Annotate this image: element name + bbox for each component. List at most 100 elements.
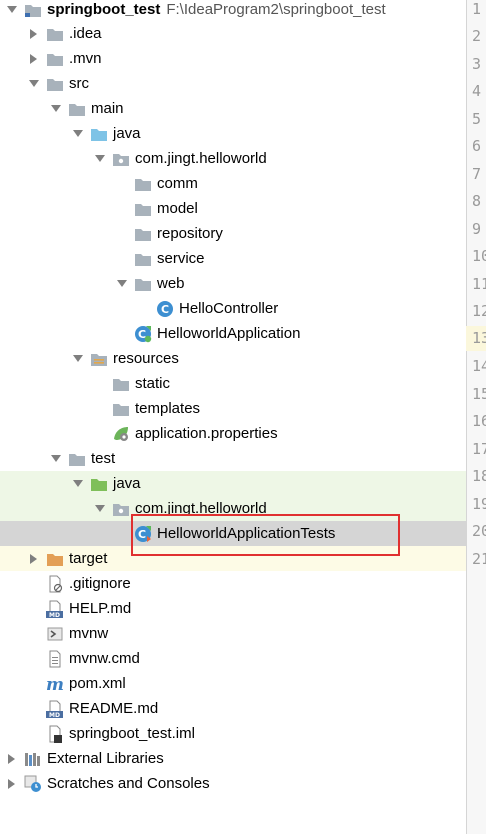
tree-item-label: mvnw.cmd xyxy=(69,649,140,667)
tree-item-idea[interactable]: .idea xyxy=(0,21,466,46)
chevron-right-icon[interactable] xyxy=(6,753,18,765)
chevron-right-icon[interactable] xyxy=(28,53,40,65)
tree-item-label: comm xyxy=(157,174,198,192)
line-number: 21 xyxy=(472,550,486,568)
tree-item-label: pom.xml xyxy=(69,674,126,692)
project-name: springboot_test xyxy=(47,0,161,18)
line-number: 19 xyxy=(472,495,486,513)
tree-item-scratches[interactable]: Scratches and Consoles xyxy=(0,771,466,796)
chevron-down-icon[interactable] xyxy=(50,103,62,115)
tree-item-application[interactable]: C HelloworldApplication xyxy=(0,321,466,346)
chevron-down-icon[interactable] xyxy=(94,153,106,165)
excluded-folder-icon xyxy=(46,550,64,568)
tree-item-project-root[interactable]: springboot_test F:\IdeaProgram2\springbo… xyxy=(0,0,466,22)
shell-script-icon xyxy=(46,625,64,643)
tree-item-service[interactable]: service xyxy=(0,246,466,271)
chevron-down-icon[interactable] xyxy=(72,128,84,140)
tree-item-gitignore[interactable]: .gitignore xyxy=(0,571,466,596)
tree-item-package[interactable]: com.jingt.helloworld xyxy=(0,146,466,171)
spring-boot-class-icon: C xyxy=(134,325,152,343)
tree-item-label: External Libraries xyxy=(47,749,164,767)
tree-item-label: .gitignore xyxy=(69,574,131,592)
tree-item-main[interactable]: main xyxy=(0,96,466,121)
tree-item-label: model xyxy=(157,199,198,217)
tree-item-iml[interactable]: springboot_test.iml xyxy=(0,721,466,746)
tree-item-mvnw-cmd[interactable]: mvnw.cmd xyxy=(0,646,466,671)
tree-item-application-properties[interactable]: application.properties xyxy=(0,421,466,446)
folder-icon xyxy=(46,50,64,68)
tree-item-label: application.properties xyxy=(135,424,278,442)
folder-icon xyxy=(46,75,64,93)
line-number-current: 13 xyxy=(466,326,486,351)
resources-folder-icon xyxy=(90,350,108,368)
line-number: 12 xyxy=(472,302,486,320)
tree-item-test-java[interactable]: java xyxy=(0,471,466,496)
tree-item-static[interactable]: static xyxy=(0,371,466,396)
maven-icon: m xyxy=(46,675,64,693)
tree-item-label: web xyxy=(157,274,185,292)
tree-item-pom-xml[interactable]: m pom.xml xyxy=(0,671,466,696)
chevron-down-icon[interactable] xyxy=(50,453,62,465)
line-number: 2 xyxy=(472,27,482,45)
module-file-icon xyxy=(46,725,64,743)
tree-item-label: HelloController xyxy=(179,299,279,317)
chevron-right-icon[interactable] xyxy=(6,778,18,790)
line-number: 3 xyxy=(472,55,482,73)
folder-icon xyxy=(134,275,152,293)
tree-item-label: repository xyxy=(157,224,223,242)
tree-item-web[interactable]: web xyxy=(0,271,466,296)
line-number: 5 xyxy=(472,110,482,128)
svg-text:C: C xyxy=(161,303,169,316)
line-number: 4 xyxy=(472,82,482,100)
chevron-down-icon[interactable] xyxy=(94,503,106,515)
line-number: 18 xyxy=(472,467,486,485)
tree-item-hello-controller[interactable]: C HelloController xyxy=(0,296,466,321)
tree-item-external-libraries[interactable]: External Libraries xyxy=(0,746,466,771)
chevron-down-icon[interactable] xyxy=(72,353,84,365)
chevron-down-icon[interactable] xyxy=(6,4,18,16)
tree-item-templates[interactable]: templates xyxy=(0,396,466,421)
folder-icon xyxy=(46,25,64,43)
chevron-right-icon[interactable] xyxy=(28,28,40,40)
folder-icon xyxy=(112,375,130,393)
tree-item-label: mvnw xyxy=(69,624,109,642)
tree-item-label: com.jingt.helloworld xyxy=(135,149,267,167)
tree-item-label: static xyxy=(135,374,171,392)
svg-text:MD: MD xyxy=(49,612,60,618)
tree-item-test[interactable]: test xyxy=(0,446,466,471)
tree-item-label: springboot_test.iml xyxy=(69,724,195,742)
tree-item-model[interactable]: model xyxy=(0,196,466,221)
chevron-down-icon[interactable] xyxy=(116,278,128,290)
tree-item-help-md[interactable]: MD HELP.md xyxy=(0,596,466,621)
chevron-right-icon[interactable] xyxy=(28,553,40,565)
chevron-down-icon[interactable] xyxy=(72,478,84,490)
tree-item-java[interactable]: java xyxy=(0,121,466,146)
svg-text:MD: MD xyxy=(49,712,60,718)
line-number: 9 xyxy=(472,220,482,238)
tree-item-resources[interactable]: resources xyxy=(0,346,466,371)
folder-icon xyxy=(134,175,152,193)
tree-item-repository[interactable]: repository xyxy=(0,221,466,246)
line-number: 14 xyxy=(472,357,486,375)
markdown-file-icon: MD xyxy=(46,700,64,718)
editor-gutter: 1 2 3 4 5 6 7 8 9 10 11 12 13 14 15 16 1… xyxy=(466,0,486,834)
tree-item-label: java xyxy=(113,124,141,142)
tree-item-mvnw[interactable]: mvnw xyxy=(0,621,466,646)
line-number: 8 xyxy=(472,192,482,210)
tree-item-label: .idea xyxy=(69,24,102,42)
tree-item-label: Scratches and Consoles xyxy=(47,774,210,792)
folder-icon xyxy=(68,450,86,468)
line-number: 15 xyxy=(472,385,486,403)
package-icon xyxy=(112,500,130,518)
tree-item-comm[interactable]: comm xyxy=(0,171,466,196)
scratches-icon xyxy=(24,775,42,793)
tree-item-label: resources xyxy=(113,349,179,367)
tree-item-readme-md[interactable]: MD README.md xyxy=(0,696,466,721)
tree-item-label: src xyxy=(69,74,89,92)
project-tree: springboot_test F:\IdeaProgram2\springbo… xyxy=(0,0,466,834)
chevron-down-icon[interactable] xyxy=(28,78,40,90)
project-path: F:\IdeaProgram2\springboot_test xyxy=(166,0,386,18)
tree-item-src[interactable]: src xyxy=(0,71,466,96)
tree-item-mvn[interactable]: .mvn xyxy=(0,46,466,71)
tree-item-label: main xyxy=(91,99,124,117)
